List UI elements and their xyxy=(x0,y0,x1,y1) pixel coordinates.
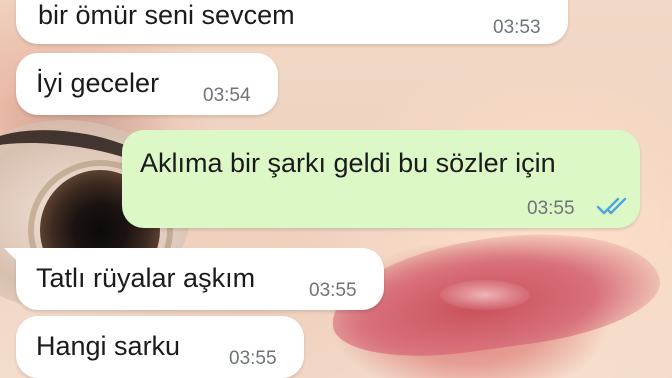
message-bubble-incoming[interactable]: Hangi sarku 03:55 xyxy=(16,316,304,378)
message-bubble-outgoing[interactable]: Aklıma bir şarkı geldi bu sözler için 03… xyxy=(122,130,640,228)
message-bubble-incoming[interactable]: Tatlı rüyalar aşkım 03:55 xyxy=(16,248,384,310)
message-time: 03:55 xyxy=(229,348,277,369)
message-time: 03:55 xyxy=(309,280,357,301)
message-text: Hangi sarku xyxy=(36,331,181,361)
message-text: İyi geceler xyxy=(36,68,160,98)
message-bubble-incoming[interactable]: bir ömür seni sevcem 03:53 xyxy=(16,0,568,44)
message-time: 03:54 xyxy=(203,85,251,106)
message-text: bir ömür seni sevcem xyxy=(38,0,295,30)
double-check-icon xyxy=(596,197,627,215)
message-list[interactable]: bir ömür seni sevcem 03:53 İyi geceler 0… xyxy=(0,0,672,378)
message-time: 03:55 xyxy=(527,198,575,219)
message-bubble-incoming[interactable]: İyi geceler 03:54 xyxy=(16,53,278,115)
message-text: Aklıma bir şarkı geldi bu sözler için xyxy=(140,148,556,178)
message-time: 03:53 xyxy=(493,17,541,38)
message-text: Tatlı rüyalar aşkım xyxy=(36,263,256,293)
